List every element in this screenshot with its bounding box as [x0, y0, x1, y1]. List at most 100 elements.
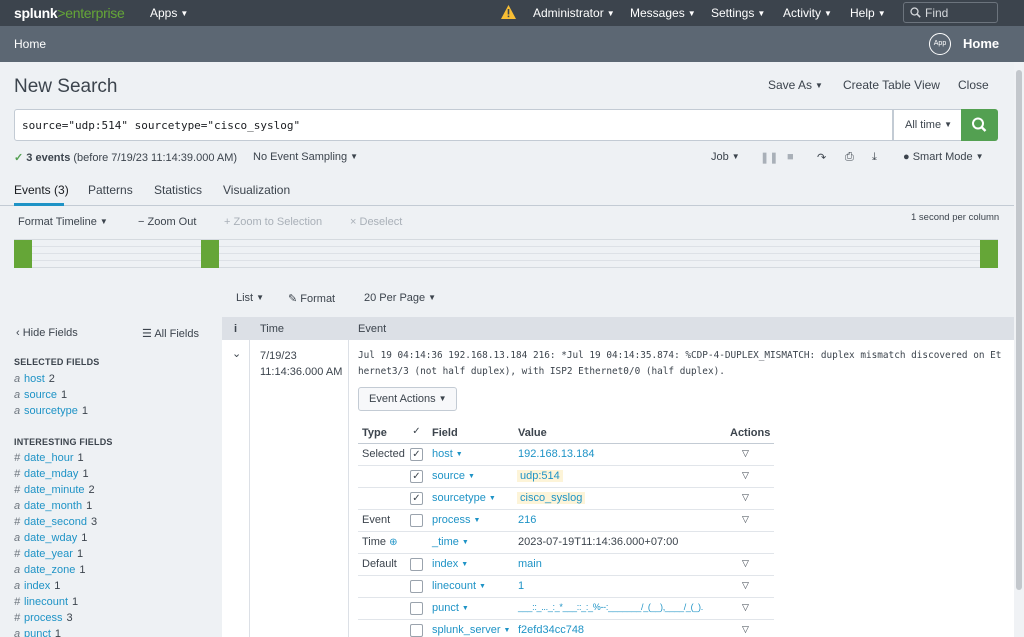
chevron-down-icon[interactable]: ▽ — [742, 602, 749, 613]
app-icon[interactable]: App — [929, 33, 951, 55]
job-menu[interactable]: Job ▼ — [711, 151, 740, 165]
list-view-menu[interactable]: List ▼ — [236, 292, 264, 304]
field-value[interactable]: udp:514 — [517, 470, 563, 482]
timeline-bar[interactable] — [14, 240, 32, 268]
field-checkbox[interactable] — [410, 514, 423, 527]
field-value[interactable]: cisco_syslog — [517, 492, 586, 504]
field-item[interactable]: a sourcetype 1 — [14, 405, 88, 417]
field-value[interactable]: 216 — [518, 514, 536, 526]
help-menu[interactable]: Help ▼ — [850, 0, 886, 26]
home-nav-link[interactable]: Home — [14, 37, 46, 51]
field-name-link[interactable]: linecount ▼ — [432, 580, 486, 592]
time-column-header[interactable]: Time — [260, 323, 284, 335]
field-value[interactable]: f2efd34cc748 — [518, 624, 584, 636]
format-button[interactable]: ✎ Format — [288, 292, 335, 305]
hide-fields-button[interactable]: ‹ Hide Fields — [16, 327, 78, 339]
field-item[interactable]: a host 2 — [14, 373, 55, 385]
chevron-down-icon[interactable]: ▽ — [742, 558, 749, 569]
timeline-chart[interactable] — [14, 239, 998, 268]
format-timeline-menu[interactable]: Format Timeline ▼ — [18, 216, 108, 228]
field-item[interactable]: # process 3 — [14, 612, 73, 624]
messages-menu[interactable]: Messages ▼ — [630, 0, 696, 26]
event-sampling-menu[interactable]: No Event Sampling ▼ — [253, 151, 358, 165]
tab-events[interactable]: Events (3) — [14, 183, 69, 197]
chevron-down-icon[interactable]: ▽ — [742, 492, 749, 503]
close-link[interactable]: Close — [958, 78, 989, 92]
select-all-checkbox[interactable]: ✓ — [410, 426, 423, 439]
share-icon[interactable]: ↷ — [817, 151, 826, 165]
field-item[interactable]: a index 1 — [14, 580, 60, 592]
field-checkbox[interactable] — [410, 580, 423, 593]
field-item[interactable]: a punct 1 — [14, 628, 61, 637]
field-value[interactable]: ___::_..._:_*___::_:_%--:_______/_(__),_… — [518, 602, 703, 612]
field-name-link[interactable]: punct ▼ — [432, 602, 469, 614]
field-item[interactable]: a source 1 — [14, 389, 67, 401]
administrator-menu[interactable]: Administrator ▼ — [533, 0, 615, 26]
field-value[interactable]: main — [518, 558, 542, 570]
event-raw-text[interactable]: Jul 19 04:14:36 192.168.13.184 216: *Jul… — [358, 348, 1004, 380]
chevron-down-icon[interactable]: ▽ — [742, 624, 749, 635]
timeline-bar[interactable] — [980, 240, 998, 268]
search-button[interactable] — [961, 109, 998, 141]
activity-menu[interactable]: Activity ▼ — [783, 0, 832, 26]
field-checkbox[interactable]: ✓ — [410, 492, 423, 505]
find-input[interactable]: Find — [903, 2, 998, 23]
warning-icon[interactable] — [500, 4, 517, 20]
deselect-button[interactable]: × Deselect — [350, 216, 402, 228]
chevron-down-icon[interactable]: ▽ — [742, 514, 749, 525]
field-checkbox[interactable] — [410, 602, 423, 615]
per-page-menu[interactable]: 20 Per Page ▼ — [364, 292, 436, 304]
field-checkbox[interactable]: ✓ — [410, 448, 423, 461]
add-circle-icon[interactable]: ⊕ — [389, 537, 397, 548]
save-as-menu[interactable]: Save As ▼ — [768, 78, 823, 92]
create-table-view-link[interactable]: Create Table View — [843, 78, 940, 92]
field-name-link[interactable]: host ▼ — [432, 448, 463, 460]
field-checkbox[interactable] — [410, 624, 423, 637]
zoom-to-selection-button[interactable]: + Zoom to Selection — [224, 216, 322, 228]
field-checkbox[interactable] — [410, 558, 423, 571]
print-icon[interactable]: ⎙ — [845, 151, 854, 165]
apps-menu[interactable]: Apps ▼ — [150, 0, 188, 26]
field-name-link[interactable]: process ▼ — [432, 514, 480, 526]
field-name-link[interactable]: source ▼ — [432, 470, 475, 482]
tab-patterns[interactable]: Patterns — [88, 183, 133, 197]
field-item[interactable]: # date_minute 2 — [14, 484, 95, 496]
field-item[interactable]: # date_hour 1 — [14, 452, 84, 464]
tab-visualization[interactable]: Visualization — [223, 183, 290, 197]
export-icon[interactable]: ⤓ — [872, 151, 877, 165]
field-item[interactable]: # date_mday 1 — [14, 468, 89, 480]
settings-menu[interactable]: Settings ▼ — [711, 0, 765, 26]
field-item[interactable]: # linecount 1 — [14, 596, 78, 608]
collapse-chevron-icon[interactable]: ⌄ — [232, 347, 241, 360]
field-value[interactable]: 1 — [518, 580, 524, 592]
event-actions-button[interactable]: Event Actions ▼ — [358, 387, 457, 411]
search-query-input[interactable]: source="udp:514" sourcetype="cisco_syslo… — [14, 109, 893, 141]
pause-icon[interactable]: ❚❚ — [760, 151, 778, 165]
zoom-out-button[interactable]: − Zoom Out — [138, 216, 196, 228]
time-range-picker[interactable]: All time ▼ — [893, 109, 962, 141]
field-value[interactable]: 192.168.13.184 — [518, 448, 594, 460]
zoom-out-label: Zoom Out — [147, 216, 197, 228]
timeline-bar[interactable] — [201, 240, 219, 268]
stop-icon[interactable]: ■ — [787, 151, 794, 165]
tab-statistics[interactable]: Statistics — [154, 183, 202, 197]
splunk-logo[interactable]: splunk>enterprise — [14, 5, 125, 21]
chevron-down-icon[interactable]: ▽ — [742, 448, 749, 459]
app-home-title[interactable]: Home — [963, 36, 999, 51]
page-scrollbar[interactable] — [1014, 62, 1024, 637]
all-fields-button[interactable]: ☰ All Fields — [142, 327, 199, 340]
scrollbar-thumb[interactable] — [1016, 70, 1022, 590]
field-item[interactable]: a date_wday 1 — [14, 532, 87, 544]
field-checkbox[interactable]: ✓ — [410, 470, 423, 483]
field-item[interactable]: # date_year 1 — [14, 548, 83, 560]
field-item[interactable]: a date_month 1 — [14, 500, 92, 512]
field-name-link[interactable]: splunk_server ▼ — [432, 624, 510, 636]
field-name-link[interactable]: _time ▼ — [432, 536, 469, 548]
field-name-link[interactable]: index ▼ — [432, 558, 468, 570]
field-item[interactable]: # date_second 3 — [14, 516, 97, 528]
field-name-link[interactable]: sourcetype ▼ — [432, 492, 496, 504]
chevron-down-icon[interactable]: ▽ — [742, 580, 749, 591]
chevron-down-icon[interactable]: ▽ — [742, 470, 749, 481]
field-item[interactable]: a date_zone 1 — [14, 564, 86, 576]
search-mode-menu[interactable]: ● Smart Mode ▼ — [903, 151, 984, 165]
